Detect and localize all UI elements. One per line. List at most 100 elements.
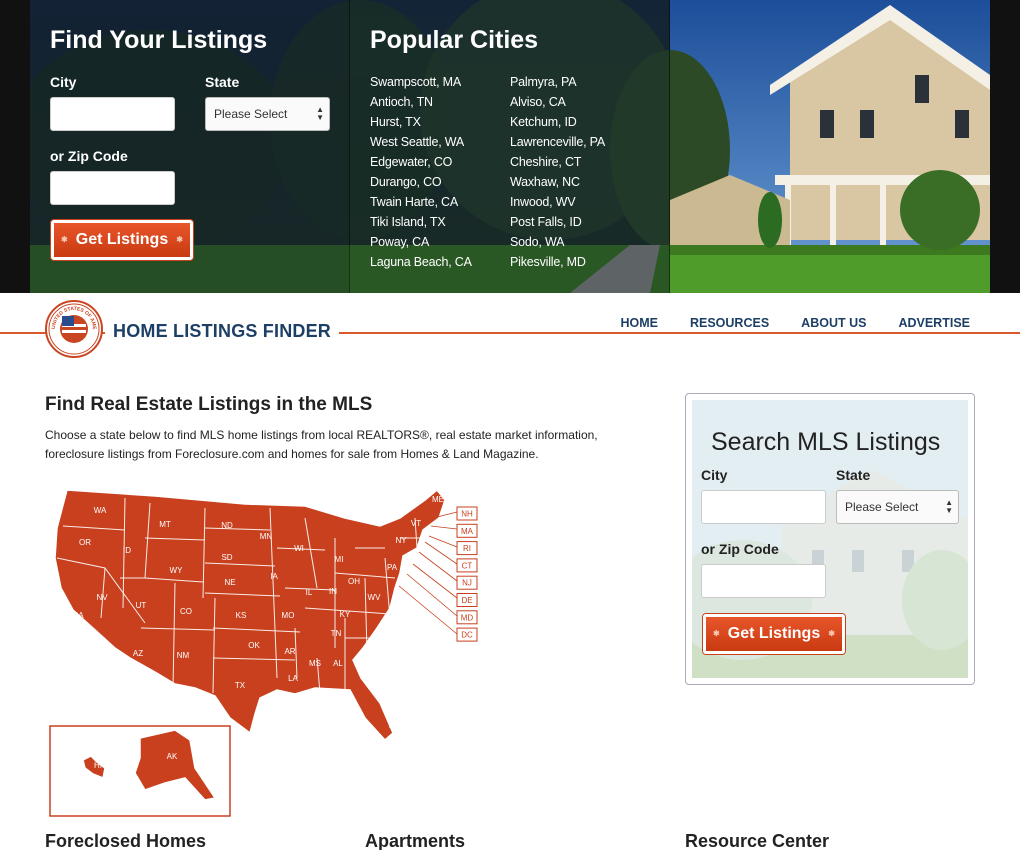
- state-wi[interactable]: WI: [294, 544, 304, 553]
- nav-item-advertise[interactable]: ADVERTISE: [898, 316, 970, 332]
- state-ny[interactable]: NY: [395, 536, 407, 545]
- city-link[interactable]: Antioch, TN: [370, 92, 472, 112]
- state-tn[interactable]: TN: [331, 629, 342, 638]
- city-link[interactable]: Pikesville, MD: [510, 252, 605, 272]
- city-link[interactable]: Palmyra, PA: [510, 72, 605, 92]
- state-callout-ri[interactable]: RI: [456, 541, 478, 556]
- site-logo-seal[interactable]: UNITED STATES OF AMERICA: [45, 300, 103, 358]
- state-nd[interactable]: ND: [221, 521, 233, 530]
- state-callout-md[interactable]: MD: [456, 610, 478, 625]
- zip-label: or Zip Code: [50, 148, 128, 164]
- city-input[interactable]: [50, 97, 175, 131]
- state-nm[interactable]: NM: [177, 651, 190, 660]
- state-callout-dc[interactable]: DC: [456, 627, 478, 642]
- state-wy[interactable]: WY: [170, 566, 184, 575]
- nav-item-resources[interactable]: RESOURCES: [689, 316, 770, 332]
- state-fl[interactable]: FL: [386, 707, 396, 716]
- state-ut[interactable]: UT: [136, 601, 147, 610]
- state-callout-nj[interactable]: NJ: [456, 575, 478, 590]
- state-wv[interactable]: WV: [368, 593, 382, 602]
- state-ak[interactable]: AK: [167, 752, 178, 761]
- state-ar[interactable]: AR: [284, 647, 295, 656]
- state-select[interactable]: Please Select ▲ ▼: [205, 97, 330, 131]
- city-link[interactable]: Lawrenceville, PA: [510, 132, 605, 152]
- city-link[interactable]: Tiki Island, TX: [370, 212, 472, 232]
- main-nav: HOME RESOURCES ABOUT US ADVERTISE: [588, 316, 970, 332]
- state-va[interactable]: VA: [391, 601, 402, 610]
- state-callout-ma[interactable]: MA: [456, 523, 478, 538]
- state-ne[interactable]: NE: [224, 578, 235, 587]
- city-link[interactable]: Twain Harte, CA: [370, 192, 472, 212]
- state-az[interactable]: AZ: [133, 649, 143, 658]
- nav-item-about-us[interactable]: ABOUT US: [801, 316, 867, 332]
- find-listings-title: Find Your Listings: [50, 26, 268, 54]
- state-ca[interactable]: CA: [72, 611, 84, 620]
- state-ms[interactable]: MS: [309, 659, 321, 668]
- state-ky[interactable]: KY: [340, 610, 351, 619]
- city-link[interactable]: Poway, CA: [370, 232, 472, 252]
- state-callout-nh[interactable]: NH: [456, 506, 478, 521]
- state-hi[interactable]: HI: [94, 761, 102, 770]
- state-id[interactable]: ID: [123, 546, 131, 555]
- get-listings-label: Get Listings: [75, 231, 169, 248]
- state-mn[interactable]: MN: [260, 532, 273, 541]
- city-link[interactable]: Sodo, WA: [510, 232, 605, 252]
- city-link[interactable]: Durango, CO: [370, 172, 472, 192]
- city-link[interactable]: Post Falls, ID: [510, 212, 605, 232]
- city-link[interactable]: Alviso, CA: [510, 92, 605, 112]
- state-or[interactable]: OR: [79, 538, 91, 547]
- get-listings-button[interactable]: ✱ Get Listings ✱: [51, 220, 193, 260]
- city-link[interactable]: Swampscott, MA: [370, 72, 472, 92]
- search-zip-input[interactable]: [701, 564, 826, 598]
- search-state-label: State: [836, 467, 871, 483]
- state-callout-de[interactable]: DE: [456, 593, 478, 607]
- city-link[interactable]: Cheshire, CT: [510, 152, 605, 172]
- state-wa[interactable]: WA: [94, 506, 107, 515]
- section-heading-foreclosed-homes: Foreclosed Homes: [45, 831, 207, 850]
- city-link[interactable]: Edgewater, CO: [370, 152, 472, 172]
- search-state-select-value: Please Select: [845, 500, 919, 514]
- select-arrows-icon: ▲ ▼: [316, 105, 324, 122]
- state-callout-ct[interactable]: CT: [456, 558, 478, 573]
- state-ok[interactable]: OK: [248, 641, 260, 650]
- state-nc[interactable]: NC: [388, 619, 400, 628]
- search-state-select[interactable]: Please Select ▲ ▼: [836, 490, 959, 524]
- search-get-listings-button[interactable]: ✱ Get Listings ✱: [703, 614, 845, 654]
- state-nv[interactable]: NV: [96, 593, 108, 602]
- city-link[interactable]: Hurst, TX: [370, 112, 472, 132]
- city-list-left: Swampscott, MA Antioch, TN Hurst, TX Wes…: [370, 72, 472, 272]
- state-vt[interactable]: VT: [411, 519, 421, 528]
- city-link[interactable]: Waxhaw, NC: [510, 172, 605, 192]
- state-sd[interactable]: SD: [221, 553, 232, 562]
- zip-input[interactable]: [50, 171, 175, 205]
- state-mi[interactable]: MI: [335, 555, 344, 564]
- state-co[interactable]: CO: [180, 607, 192, 616]
- state-me[interactable]: ME: [432, 495, 444, 504]
- state-il[interactable]: IL: [306, 588, 313, 597]
- state-sc[interactable]: SC: [378, 639, 389, 648]
- state-la[interactable]: LA: [288, 674, 298, 683]
- city-link[interactable]: Inwood, WV: [510, 192, 605, 212]
- state-oh[interactable]: OH: [348, 577, 360, 586]
- search-get-listings-label: Get Listings: [727, 625, 821, 642]
- city-link[interactable]: West Seattle, WA: [370, 132, 472, 152]
- state-in[interactable]: IN: [329, 587, 337, 596]
- state-ia[interactable]: IA: [270, 572, 278, 581]
- state-pa[interactable]: PA: [387, 563, 398, 572]
- state-mt[interactable]: MT: [159, 520, 171, 529]
- state-al[interactable]: AL: [333, 659, 343, 668]
- state-tx[interactable]: TX: [235, 681, 246, 690]
- state-ga[interactable]: GA: [360, 655, 372, 664]
- nav-item-home[interactable]: HOME: [620, 316, 658, 332]
- state-mo[interactable]: MO: [282, 611, 295, 620]
- section-heading-apartments: Apartments: [365, 831, 466, 850]
- star-icon: ✱: [713, 629, 720, 638]
- city-link[interactable]: Laguna Beach, CA: [370, 252, 472, 272]
- state-ks[interactable]: KS: [236, 611, 247, 620]
- city-link[interactable]: Ketchum, ID: [510, 112, 605, 132]
- search-city-input[interactable]: [701, 490, 826, 524]
- site-brand[interactable]: HOME LISTINGS FINDER: [105, 317, 340, 346]
- state-select-value: Please Select: [214, 107, 288, 121]
- svg-text:DC: DC: [461, 631, 473, 640]
- search-zip-label: or Zip Code: [701, 541, 779, 557]
